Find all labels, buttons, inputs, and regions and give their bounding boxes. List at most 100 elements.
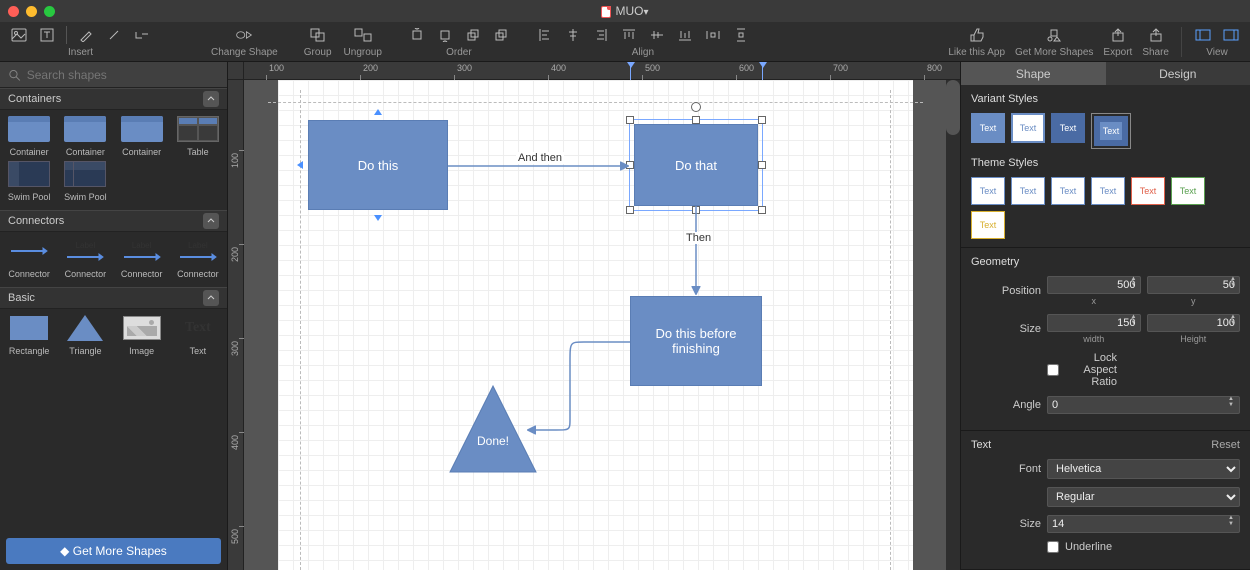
insert-line-icon[interactable] [133,26,151,44]
theme-style[interactable]: Text [1091,177,1125,205]
connector-shape[interactable]: LabelConnector [58,236,112,279]
canvas[interactable]: 100 200 300 400 500 600 700 800 100 200 … [228,62,960,570]
text-shape[interactable]: TextText [171,313,225,356]
theme-style[interactable]: Text [971,211,1005,239]
align-left-icon[interactable] [536,26,554,44]
section-containers[interactable]: Containers [0,88,227,110]
section-basic[interactable]: Basic [0,287,227,309]
close-window-button[interactable] [8,6,19,17]
size-h-input[interactable] [1147,314,1241,332]
reset-text-button[interactable]: Reset [1211,439,1240,451]
send-backward-icon[interactable] [492,26,510,44]
size-w-input[interactable] [1047,314,1141,332]
align-top-icon[interactable] [620,26,638,44]
resize-handle-ne[interactable] [758,116,766,124]
arrow-curve[interactable] [520,340,634,436]
bring-forward-icon[interactable] [464,26,482,44]
step-down[interactable]: ▼ [1228,320,1238,326]
underline-label[interactable]: Underline [1047,541,1117,553]
get-more-shapes-button[interactable]: ◆ Get More Shapes [6,538,221,564]
align-right-icon[interactable] [592,26,610,44]
minimize-window-button[interactable] [26,6,37,17]
section-connectors[interactable]: Connectors [0,210,227,232]
resize-handle-nw[interactable] [626,116,634,124]
angle-input[interactable] [1047,396,1240,414]
position-x-input[interactable] [1047,276,1141,294]
insert-text-icon[interactable] [38,26,56,44]
table-shape[interactable]: Table [171,114,225,157]
swimpool-shape[interactable]: Swim Pool [58,159,112,202]
lock-aspect-label[interactable]: Lock Aspect Ratio [1047,352,1117,388]
theme-style[interactable]: Text [1131,177,1165,205]
resize-handle-e[interactable] [758,161,766,169]
lock-aspect-checkbox[interactable] [1047,364,1059,376]
fontsize-input[interactable] [1047,515,1240,533]
search-shapes[interactable] [0,62,227,88]
node-do-this[interactable]: Do this [308,120,448,210]
rectangle-shape[interactable]: Rectangle [2,313,56,356]
resize-handle-sw[interactable] [626,206,634,214]
step-down[interactable]: ▼ [1228,282,1238,288]
scrollbar-thumb[interactable] [946,80,960,135]
insert-image-icon[interactable] [10,26,28,44]
connector-shape[interactable]: LabelConnector [171,236,225,279]
tab-shape[interactable]: Shape [961,62,1106,85]
variant-style-3[interactable]: Text [1051,113,1085,143]
zoom-window-button[interactable] [44,6,55,17]
distribute-h-icon[interactable] [704,26,722,44]
container-shape[interactable]: Container [58,114,112,157]
connector-shape[interactable]: LabelConnector [115,236,169,279]
align-center-h-icon[interactable] [564,26,582,44]
image-shape[interactable]: Image [115,313,169,356]
collapse-containers-icon[interactable] [203,91,219,107]
page[interactable]: Do this Do that Do [278,80,913,570]
step-down[interactable]: ▼ [1226,402,1236,408]
connect-handle-bottom[interactable] [374,215,382,221]
connector-shape[interactable]: Connector [2,236,56,279]
connect-handle-left[interactable] [297,161,303,169]
step-down[interactable]: ▼ [1129,320,1139,326]
step-down[interactable]: ▼ [1226,521,1236,527]
arrow-label-then[interactable]: Then [684,232,713,244]
variant-style-2[interactable]: Text [1011,113,1045,143]
container-shape[interactable]: Container [2,114,56,157]
insert-pen-icon[interactable] [105,26,123,44]
variant-style-4-selected[interactable]: Text [1091,113,1131,149]
rotate-handle[interactable] [691,102,701,112]
step-down[interactable]: ▼ [1129,282,1139,288]
align-center-v-icon[interactable] [648,26,666,44]
swimpool-shape[interactable]: Swim Pool [2,159,56,202]
group-icon[interactable] [309,26,327,44]
theme-style[interactable]: Text [1011,177,1045,205]
container-shape[interactable]: Container [115,114,169,157]
export-icon[interactable] [1109,26,1127,44]
variant-style-1[interactable]: Text [971,113,1005,143]
weight-select[interactable]: Regular [1047,487,1240,507]
distribute-v-icon[interactable] [732,26,750,44]
theme-style[interactable]: Text [1051,177,1085,205]
bring-front-icon[interactable] [408,26,426,44]
change-shape-icon[interactable] [235,26,253,44]
search-input[interactable] [27,68,219,82]
node-before-finish[interactable]: Do this before finishing [630,296,762,386]
underline-checkbox[interactable] [1047,541,1059,553]
theme-style[interactable]: Text [1171,177,1205,205]
tab-design[interactable]: Design [1106,62,1250,85]
position-y-input[interactable] [1147,276,1241,294]
view-inspector-icon[interactable] [1222,26,1240,44]
arrow-then[interactable] [690,206,702,300]
node-do-that[interactable]: Do that [634,124,758,206]
collapse-basic-icon[interactable] [203,290,219,306]
like-icon[interactable] [968,26,986,44]
resize-handle-se[interactable] [758,206,766,214]
theme-style[interactable]: Text [971,177,1005,205]
triangle-shape[interactable]: Triangle [58,313,112,356]
align-bottom-icon[interactable] [676,26,694,44]
get-more-icon[interactable] [1045,26,1063,44]
connect-handle-top[interactable] [374,109,382,115]
collapse-connectors-icon[interactable] [203,213,219,229]
send-back-icon[interactable] [436,26,454,44]
view-panels-icon[interactable] [1194,26,1212,44]
insert-pencil-icon[interactable] [77,26,95,44]
ungroup-icon[interactable] [354,26,372,44]
